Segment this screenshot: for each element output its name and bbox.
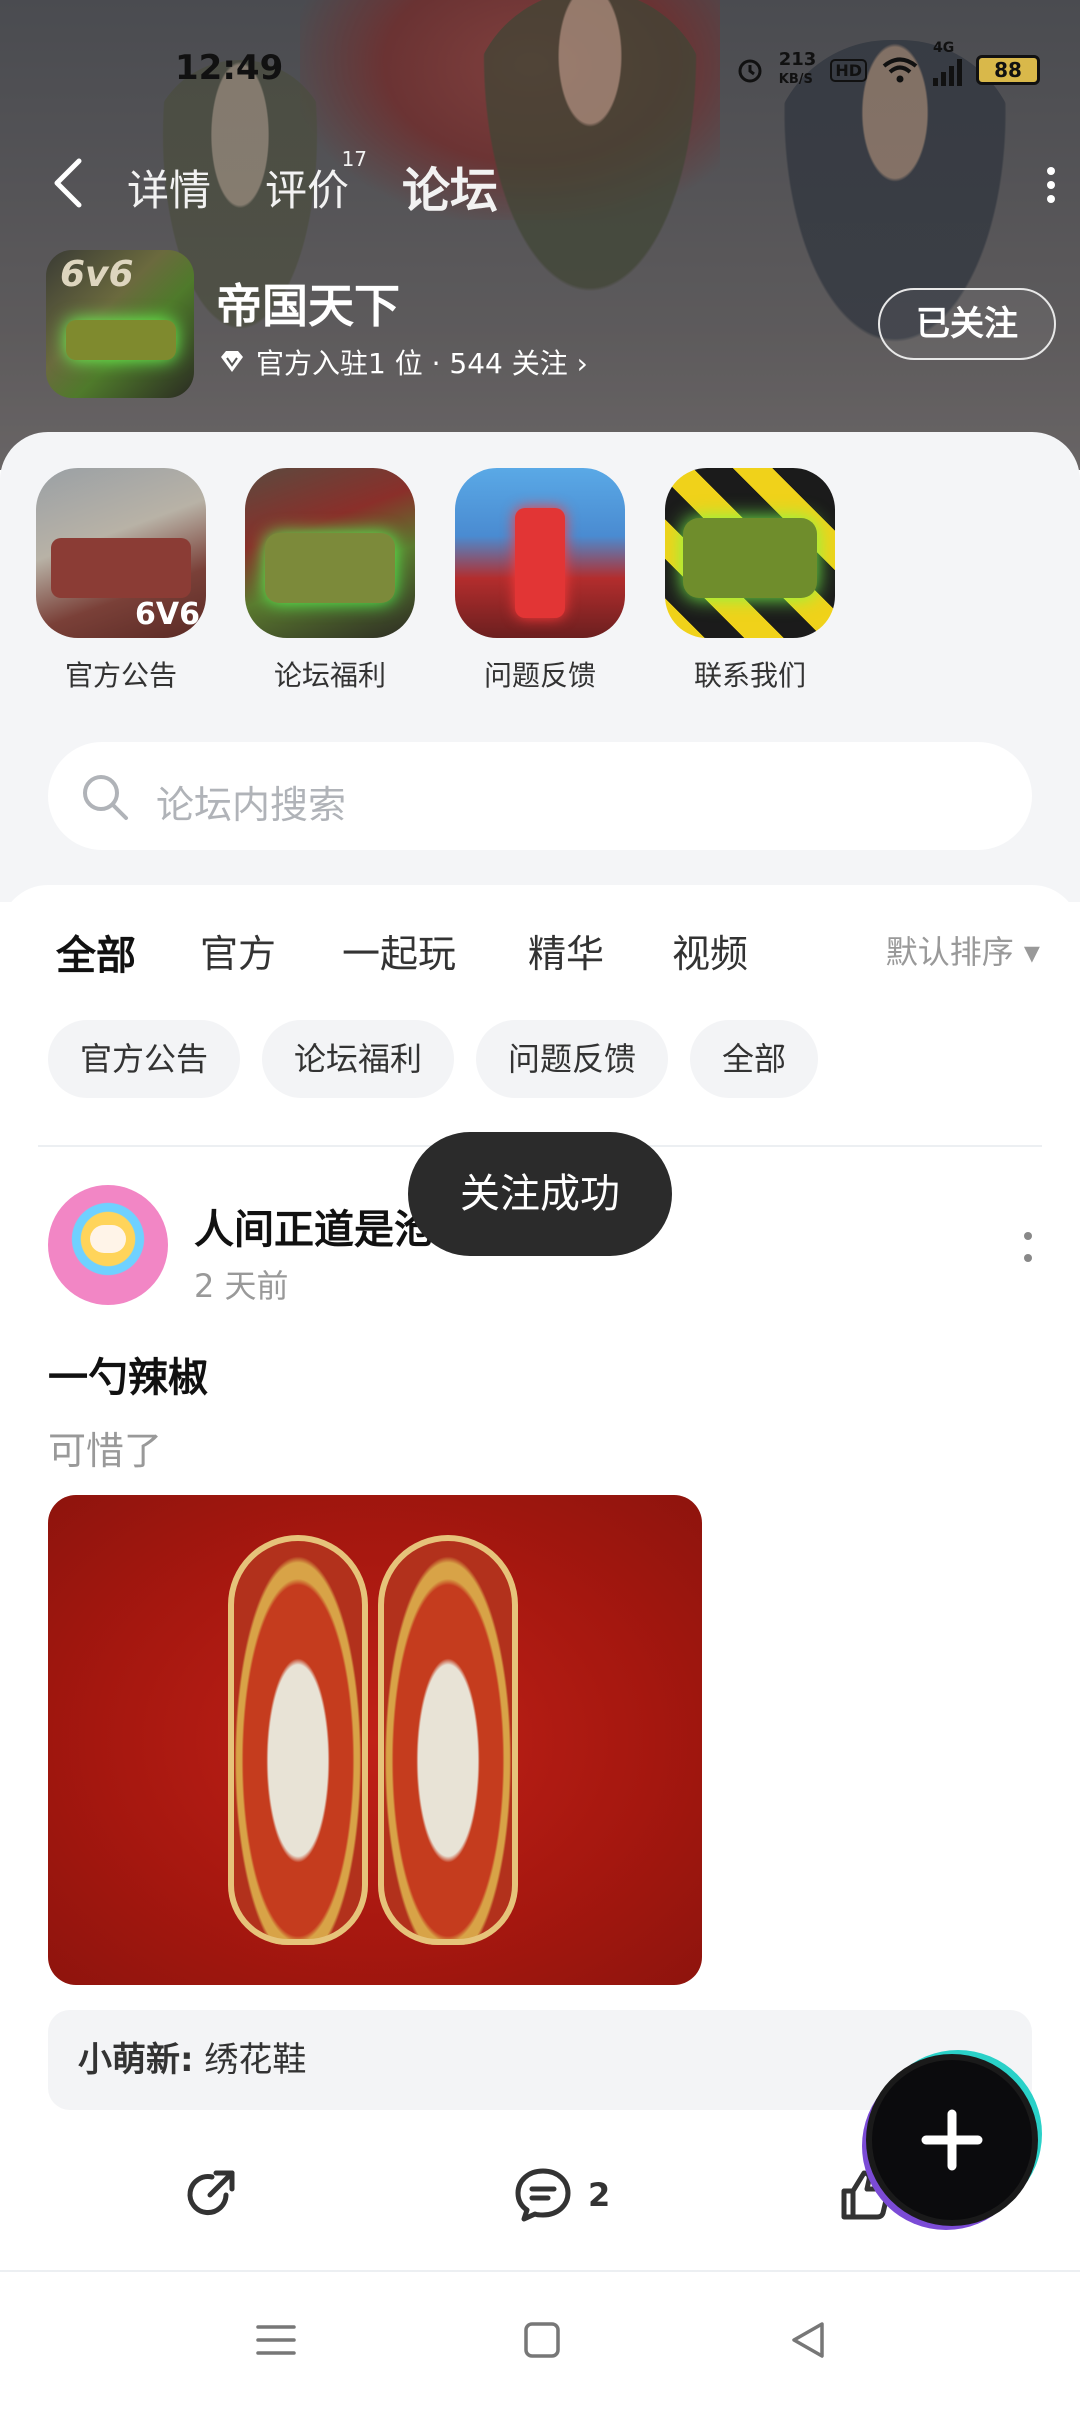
quick-link-announcements[interactable]: 6V6 官方公告 <box>36 468 206 694</box>
comment-button[interactable]: 2 <box>512 2160 610 2230</box>
comment-count: 2 <box>588 2176 611 2214</box>
feed-tab-play-together[interactable]: 一起玩 <box>342 923 456 978</box>
more-vertical-icon[interactable] <box>1044 165 1058 205</box>
post-body: 可惜了 <box>48 1429 163 1473</box>
share-button[interactable] <box>180 2160 240 2230</box>
tab-forum[interactable]: 论坛 <box>402 151 498 223</box>
game-title: 帝国天下 <box>216 279 400 333</box>
top-nav: 详情 评价 17 论坛 <box>0 145 1080 225</box>
tab-reviews[interactable]: 评价 17 <box>265 147 367 218</box>
plus-icon <box>921 2109 983 2171</box>
back-icon[interactable] <box>786 2318 830 2362</box>
game-info: 6v6 帝国天下 官方入驻1 位 · 544 关注 › 已关注 <box>46 250 1056 400</box>
avatar[interactable] <box>48 1185 168 1305</box>
wifi-icon <box>882 57 918 83</box>
net-speed: 213 KB/S <box>778 49 817 88</box>
post-image[interactable] <box>48 1495 702 1985</box>
reply-user: 小萌新: <box>78 2040 194 2080</box>
back-arrow-icon[interactable] <box>45 153 95 213</box>
toast-message: 关注成功 <box>408 1132 672 1256</box>
post-more-icon[interactable] <box>1022 1230 1034 1264</box>
search-input[interactable]: 论坛内搜索 <box>48 742 1032 850</box>
post-time: 2 天前 <box>194 1267 289 1305</box>
alarm-icon <box>738 59 762 83</box>
chip-announcements[interactable]: 官方公告 <box>48 1020 241 1098</box>
system-nav-bar <box>0 2270 1080 2412</box>
chip-feedback[interactable]: 问题反馈 <box>476 1020 669 1098</box>
comment-icon <box>515 2168 571 2222</box>
hd-icon: HD <box>830 58 867 82</box>
contact-thumbnail <box>665 468 835 638</box>
reply-text: 绣花鞋 <box>204 2040 307 2080</box>
feed-tab-official[interactable]: 官方 <box>200 923 276 978</box>
menu-icon[interactable] <box>254 2318 298 2362</box>
feed-tab-featured[interactable]: 精华 <box>528 923 604 978</box>
quick-link-contact[interactable]: 联系我们 <box>665 468 835 694</box>
home-icon[interactable] <box>520 2318 564 2362</box>
game-meta[interactable]: 官方入驻1 位 · 544 关注 › <box>218 342 588 382</box>
feed-tab-videos[interactable]: 视频 <box>672 923 748 978</box>
battery-icon: 88 <box>976 55 1040 85</box>
feedback-thumbnail <box>455 468 625 638</box>
status-time: 12:49 <box>175 48 284 88</box>
search-icon <box>83 775 128 820</box>
create-post-button[interactable] <box>872 2060 1032 2220</box>
post-title: 一勺辣椒 <box>48 1355 208 1401</box>
chip-all[interactable]: 全部 <box>690 1020 819 1098</box>
feed-tabs: 全部 官方 一起玩 精华 视频 默认排序 ▾ <box>0 923 1080 993</box>
search-placeholder: 论坛内搜索 <box>156 783 347 827</box>
sort-dropdown[interactable]: 默认排序 ▾ <box>886 927 1040 973</box>
reviews-count: 17 <box>341 147 368 171</box>
announcement-thumbnail: 6V6 <box>36 468 206 638</box>
game-icon[interactable]: 6v6 <box>46 250 194 398</box>
cell-signal-icon: 4G <box>933 40 962 86</box>
feed-tab-all[interactable]: 全部 <box>56 923 136 985</box>
share-icon <box>187 2170 235 2216</box>
diamond-icon <box>221 351 243 372</box>
header-banner: 12:49 213 KB/S HD 4G 88 详情 评价 17 论坛 6v6 … <box>0 0 1080 470</box>
forum-panel: 6V6 官方公告 论坛福利 问题反馈 联系我们 论坛内搜索 <box>0 432 1080 902</box>
benefits-thumbnail <box>245 468 415 638</box>
chip-benefits[interactable]: 论坛福利 <box>262 1020 455 1098</box>
quick-link-feedback[interactable]: 问题反馈 <box>455 468 625 694</box>
follow-button[interactable]: 已关注 <box>878 288 1056 360</box>
status-bar: 12:49 213 KB/S HD 4G 88 <box>0 40 1080 100</box>
tab-details[interactable]: 详情 <box>127 157 211 218</box>
filter-chips: 官方公告 论坛福利 问题反馈 全部 <box>48 1020 819 1100</box>
post-username[interactable]: 人间正道是沧 <box>194 1197 434 1255</box>
quick-link-benefits[interactable]: 论坛福利 <box>245 468 415 694</box>
